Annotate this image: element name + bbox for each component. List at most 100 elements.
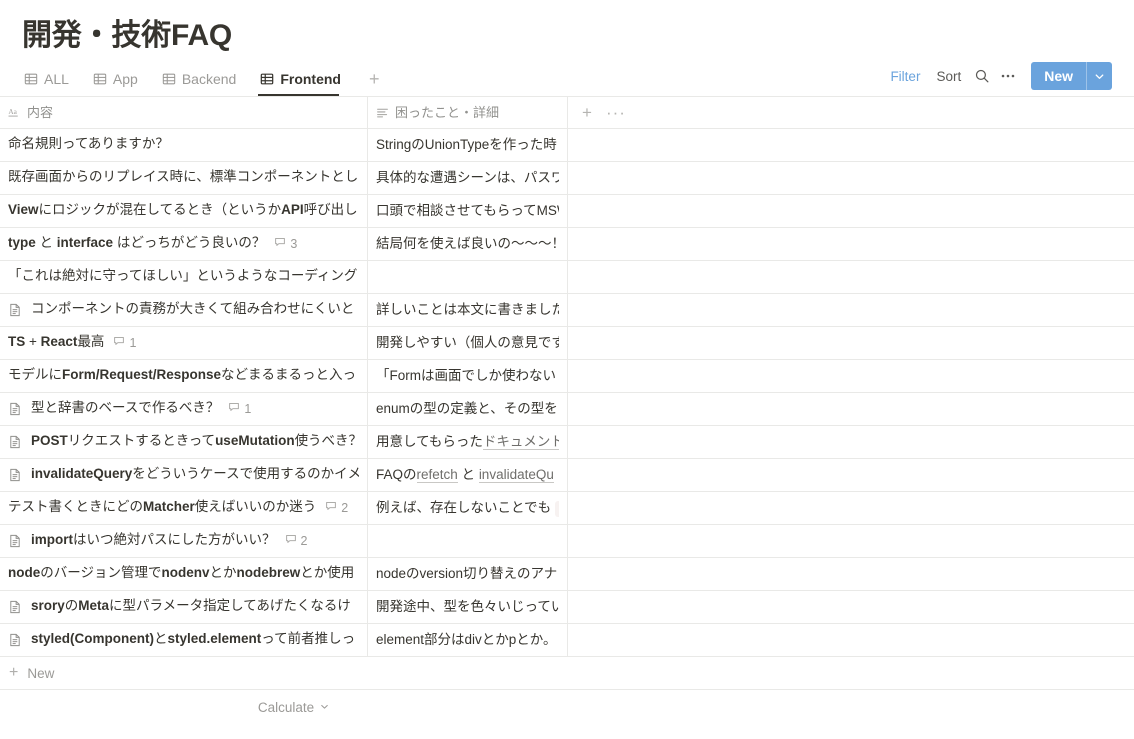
cell-title[interactable]: コンポーネントの責務が大きくて組み合わせにくいと	[0, 294, 368, 326]
cell-title[interactable]: styled(Component)とstyled.elementって前者推しっ	[0, 624, 368, 656]
comment-count-badge[interactable]: 2	[285, 525, 307, 557]
table-row[interactable]: styled(Component)とstyled.elementって前者推しっ e…	[0, 624, 1134, 657]
title-inner: importはいつ絶対パスにした方がいい？ 2	[8, 525, 307, 557]
plus-icon: +	[9, 664, 19, 681]
cell-title[interactable]: POSTリクエストするときってuseMutation使うべき？	[0, 426, 368, 458]
title-inner: POSTリクエストするときってuseMutation使うべき？	[8, 426, 359, 458]
cell-empty[interactable]	[568, 360, 1134, 392]
tab-label: ALL	[44, 71, 69, 87]
table-row[interactable]: テスト書くときにどのMatcher使えばいいのか迷う 2 例えば、存在しないことでも…	[0, 492, 1134, 525]
sidebar-item-frontend[interactable]: Frontend	[258, 70, 351, 96]
table-row[interactable]: sroryのMetaに型パラメータ指定してあげたくなるけ 開発途中、型を色々いじっ…	[0, 591, 1134, 624]
cell-detail[interactable]: 開発途中、型を色々いじってい	[368, 591, 568, 623]
cell-empty[interactable]	[568, 294, 1134, 326]
cell-detail[interactable]: 例えば、存在しないことでも t	[368, 492, 568, 524]
cell-empty[interactable]	[568, 459, 1134, 491]
cell-title[interactable]: 命名規則ってありますか？	[0, 129, 368, 161]
sidebar-item-backend[interactable]: Backend	[160, 70, 246, 96]
table-row[interactable]: Viewにロジックが混在してるとき（というかAPI呼び出し 口頭で相談させてもらっ…	[0, 195, 1134, 228]
cell-title[interactable]: テスト書くときにどのMatcher使えばいいのか迷う 2	[0, 492, 368, 524]
cell-detail[interactable]: 用意してもらったドキュメント	[368, 426, 568, 458]
comment-count-badge[interactable]: 1	[113, 327, 136, 359]
cell-title[interactable]: type と interface はどっちがどう良いの？ 3	[0, 228, 368, 260]
cell-empty[interactable]	[568, 591, 1134, 623]
add-row-button[interactable]: + New	[0, 657, 1134, 690]
more-horizontal-icon[interactable]	[995, 64, 1021, 88]
table-row[interactable]: invalidateQueryをどういうケースで使用するのかイメ FAQのrefe…	[0, 459, 1134, 492]
table-row[interactable]: type と interface はどっちがどう良いの？ 3 結局何を使えば良いの〜…	[0, 228, 1134, 261]
cell-detail[interactable]: 詳しいことは本文に書きました	[368, 294, 568, 326]
cell-detail[interactable]: nodeのversion切り替えのアナ	[368, 558, 568, 590]
cell-title[interactable]: importはいつ絶対パスにした方がいい？ 2	[0, 525, 368, 557]
cell-empty[interactable]	[568, 261, 1134, 293]
title-inner: Viewにロジックが混在してるとき（というかAPI呼び出し	[8, 195, 358, 227]
cell-title[interactable]: 型と辞書のベースで作るべき？ 1	[0, 393, 368, 425]
cell-detail[interactable]	[368, 261, 568, 293]
comment-count-badge[interactable]: 2	[325, 492, 348, 524]
column-header-detail[interactable]: 困ったこと・詳細	[368, 97, 568, 128]
cell-empty[interactable]	[568, 327, 1134, 359]
row-title-text: 型と辞書のベースで作るべき？	[31, 393, 219, 425]
cell-detail[interactable]: element部分はdivとかpとか。	[368, 624, 568, 656]
comment-count-badge[interactable]: 3	[274, 228, 297, 260]
sidebar-item-all[interactable]: ALL	[22, 70, 79, 96]
page-document-icon	[8, 600, 22, 614]
cell-empty[interactable]	[568, 129, 1134, 161]
search-icon[interactable]	[969, 64, 995, 88]
table-row[interactable]: TS + React最高 1 開発しやすい（個人の意見です	[0, 327, 1134, 360]
column-more-icon[interactable]: ···	[606, 104, 626, 121]
cell-title[interactable]: nodeのバージョン管理でnodenvとかnodebrewとか使用	[0, 558, 368, 590]
table-row[interactable]: 命名規則ってありますか？ StringのUnionTypeを作った時	[0, 129, 1134, 162]
cell-title[interactable]: TS + React最高 1	[0, 327, 368, 359]
cell-empty[interactable]	[568, 525, 1134, 557]
cell-title[interactable]: Viewにロジックが混在してるとき（というかAPI呼び出し	[0, 195, 368, 227]
title-inner: styled(Component)とstyled.elementって前者推しっ	[8, 624, 355, 656]
cell-detail[interactable]: StringのUnionTypeを作った時	[368, 129, 568, 161]
cell-empty[interactable]	[568, 393, 1134, 425]
cell-detail[interactable]: 結局何を使えば良いの〜〜〜！	[368, 228, 568, 260]
cell-empty[interactable]	[568, 492, 1134, 524]
comment-count-badge[interactable]: 1	[228, 393, 251, 425]
row-title-text: POSTリクエストするときってuseMutation使うべき？	[31, 426, 359, 458]
row-detail-text: enumの型の定義と、その型を	[376, 401, 558, 416]
table-row[interactable]: 「これは絶対に守ってほしい」というようなコーディング	[0, 261, 1134, 294]
chevron-down-icon[interactable]	[1086, 62, 1112, 90]
table-row[interactable]: importはいつ絶対パスにした方がいい？ 2	[0, 525, 1134, 558]
table-row[interactable]: 既存画面からのリプレイス時に、標準コンポーネントとし 具体的な遭遇シーンは、パスワ	[0, 162, 1134, 195]
cell-detail[interactable]: enumの型の定義と、その型を	[368, 393, 568, 425]
new-button[interactable]: New	[1031, 62, 1086, 90]
cell-detail[interactable]: FAQのrefetch と invalidateQu	[368, 459, 568, 491]
cell-empty[interactable]	[568, 624, 1134, 656]
sidebar-item-app[interactable]: App	[91, 70, 148, 96]
cell-empty[interactable]	[568, 426, 1134, 458]
comment-bubble-icon	[285, 525, 297, 557]
cell-title[interactable]: 既存画面からのリプレイス時に、標準コンポーネントとし	[0, 162, 368, 194]
table-grid-icon	[162, 72, 176, 86]
cell-detail[interactable]: 口頭で相談させてもらってMSW	[368, 195, 568, 227]
cell-empty[interactable]	[568, 195, 1134, 227]
comment-bubble-icon	[274, 228, 286, 260]
table-row[interactable]: コンポーネントの責務が大きくて組み合わせにくいと 詳しいことは本文に書きました	[0, 294, 1134, 327]
row-title-text: コンポーネントの責務が大きくて組み合わせにくいと	[31, 294, 354, 326]
filter-button[interactable]: Filter	[882, 66, 928, 87]
cell-detail[interactable]: 具体的な遭遇シーンは、パスワ	[368, 162, 568, 194]
column-header-title[interactable]: Aa 内容	[0, 97, 368, 128]
cell-title[interactable]: invalidateQueryをどういうケースで使用するのかイメ	[0, 459, 368, 491]
table-row[interactable]: POSTリクエストするときってuseMutation使うべき？ 用意してもらったド…	[0, 426, 1134, 459]
sort-button[interactable]: Sort	[928, 66, 969, 87]
cell-empty[interactable]	[568, 558, 1134, 590]
cell-title[interactable]: sroryのMetaに型パラメータ指定してあげたくなるけ	[0, 591, 368, 623]
table-row[interactable]: モデルにForm/Request/Responseなどまるまるっと入っ 「Form…	[0, 360, 1134, 393]
add-view-button[interactable]: +	[363, 70, 386, 96]
calculate-button[interactable]: Calculate	[258, 700, 330, 715]
cell-empty[interactable]	[568, 228, 1134, 260]
cell-title[interactable]: 「これは絶対に守ってほしい」というようなコーディング	[0, 261, 368, 293]
cell-title[interactable]: モデルにForm/Request/Responseなどまるまるっと入っ	[0, 360, 368, 392]
table-row[interactable]: 型と辞書のベースで作るべき？ 1 enumの型の定義と、その型を	[0, 393, 1134, 426]
cell-detail[interactable]: 開発しやすい（個人の意見です	[368, 327, 568, 359]
cell-detail[interactable]	[368, 525, 568, 557]
add-column-button[interactable]: +	[582, 104, 592, 121]
cell-empty[interactable]	[568, 162, 1134, 194]
table-row[interactable]: nodeのバージョン管理でnodenvとかnodebrewとか使用 nodeのve…	[0, 558, 1134, 591]
cell-detail[interactable]: 「Formは画面でしか使わない	[368, 360, 568, 392]
